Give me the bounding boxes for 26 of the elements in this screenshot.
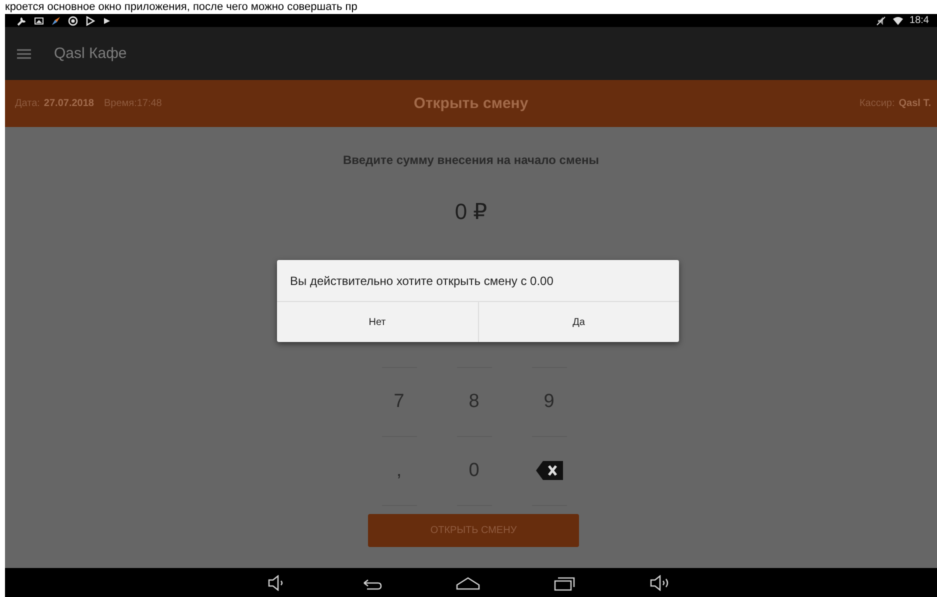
keypad-key[interactable]: , <box>390 458 408 484</box>
menu-icon[interactable] <box>17 48 31 60</box>
image-icon <box>34 16 44 26</box>
date-value: 27.07.2018 <box>44 98 94 109</box>
dialog-button[interactable]: Да <box>478 302 679 342</box>
dialog-button[interactable]: Нет <box>277 302 478 342</box>
wifi-icon <box>892 16 903 26</box>
cashier-name: Qasl T. <box>898 98 931 109</box>
keypad-key[interactable]: 0 <box>462 458 486 484</box>
paint-icon <box>51 16 61 26</box>
wrench-icon <box>17 16 27 26</box>
recent-apps-icon[interactable] <box>552 574 576 590</box>
dialog-message: Вы действительно хотите открыть смену с 0.00 <box>290 274 554 288</box>
backspace-icon[interactable] <box>536 461 562 480</box>
keypad-key[interactable]: 8 <box>462 388 486 414</box>
prompt-text: Введите сумму внесения на начало смены <box>342 152 600 169</box>
keypad-key[interactable]: 7 <box>388 388 410 414</box>
caption-text: кроется основное окно приложения, после чего можно совершать пр <box>5 0 358 14</box>
record-icon <box>68 16 78 26</box>
screen-title: Открыть смену <box>414 95 528 112</box>
keypad-key[interactable]: 9 <box>538 388 560 414</box>
mute-icon <box>876 16 886 26</box>
home-icon[interactable] <box>456 574 480 590</box>
amount-display: 0 ₽ <box>454 198 488 226</box>
app-title: Qasl Кафе <box>54 45 127 62</box>
status-time: 18:4 <box>910 15 929 26</box>
